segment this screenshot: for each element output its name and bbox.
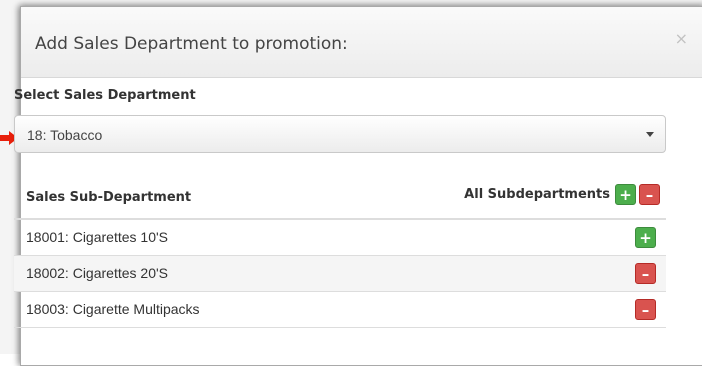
table-row: 18002: Cigarettes 20'S – — [14, 256, 666, 292]
remove-all-button[interactable]: – — [639, 183, 660, 205]
column-header-subdepartment: Sales Sub-Department — [26, 190, 192, 205]
department-select-value: 18: Tobacco — [27, 127, 103, 143]
minus-icon: – — [641, 301, 650, 319]
modal-title: Add Sales Department to promotion: — [35, 34, 348, 54]
department-label: Select Sales Department — [14, 88, 196, 103]
plus-icon: + — [619, 185, 632, 204]
table-header: Sales Sub-Department All Subdepartments … — [14, 174, 666, 220]
all-subdepartments-controls: All Subdepartments + – — [464, 182, 660, 206]
caret-down-icon — [646, 132, 654, 137]
plus-icon: + — [639, 229, 652, 247]
close-icon[interactable]: × — [675, 29, 688, 48]
add-all-button[interactable]: + — [615, 183, 636, 205]
department-select[interactable]: 18: Tobacco — [14, 115, 666, 153]
minus-icon: – — [645, 185, 654, 204]
remove-subdepartment-button[interactable]: – — [635, 263, 656, 284]
subdepartment-label: 18001: Cigarettes 10'S — [26, 229, 168, 245]
all-subdepartments-label: All Subdepartments — [464, 186, 610, 202]
subdepartment-label: 18003: Cigarette Multipacks — [26, 301, 200, 317]
modal-header: Add Sales Department to promotion: × — [21, 7, 702, 78]
subdepartment-label: 18002: Cigarettes 20'S — [26, 265, 168, 281]
add-subdepartment-button[interactable]: + — [635, 227, 656, 248]
minus-icon: – — [641, 265, 650, 283]
table-row: 18003: Cigarette Multipacks – — [14, 292, 666, 328]
remove-subdepartment-button[interactable]: – — [635, 299, 656, 320]
table-row: 18001: Cigarettes 10'S + — [14, 220, 666, 256]
